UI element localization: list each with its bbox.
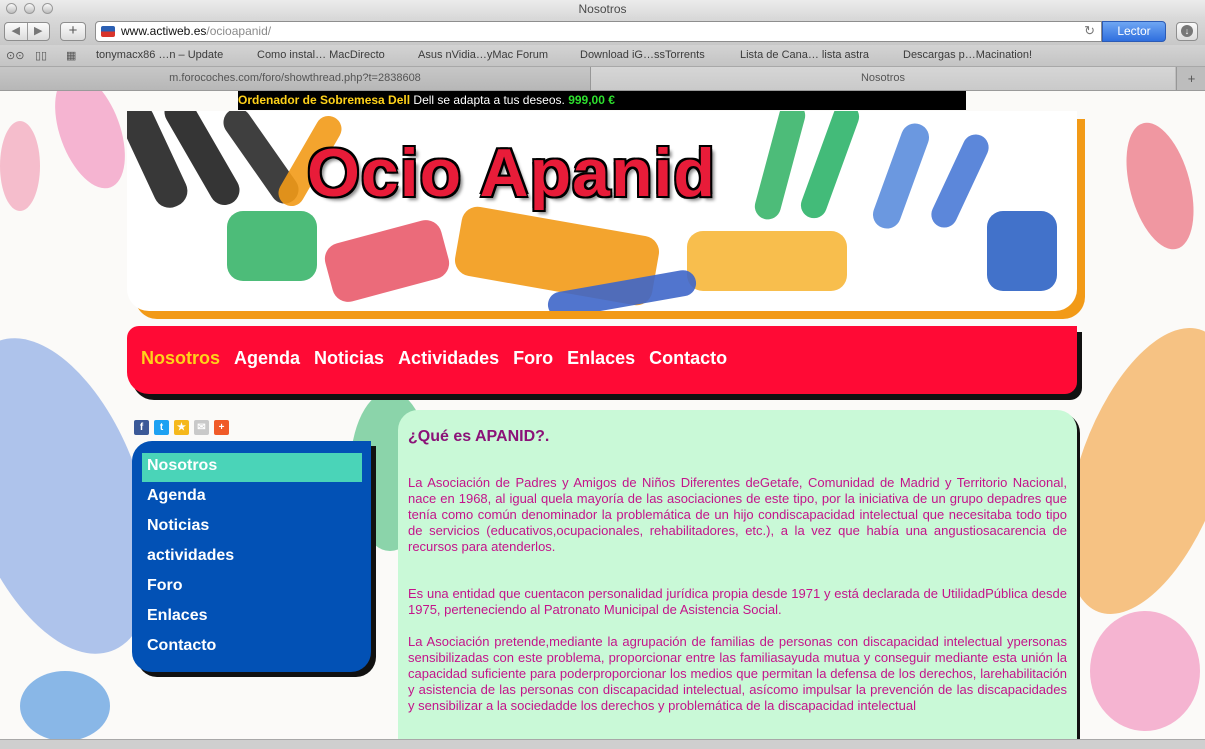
bookmarks-book-icon[interactable]: ▯▯ (35, 49, 47, 62)
address-bar[interactable]: www.actiweb.es/ocioapanid/ ↻ (95, 21, 1102, 42)
content-paragraph: Es una entidad que cuentacon personalida… (408, 586, 1067, 617)
tab-bar: m.forocoches.com/foro/showthread.php?t=2… (0, 67, 1205, 91)
main-navigation: Nosotros Agenda Noticias Actividades For… (127, 326, 1077, 394)
sidebar-item-nosotros[interactable]: Nosotros (142, 453, 362, 482)
sidebar-item-contacto[interactable]: Contacto (142, 633, 362, 662)
nav-item-contacto[interactable]: Contacto (649, 348, 727, 369)
twitter-icon[interactable]: t (154, 420, 169, 435)
nav-item-enlaces[interactable]: Enlaces (567, 348, 635, 369)
background-paint-splash (1090, 611, 1200, 731)
content-paragraph: La Asociación de Padres y Amigos de Niño… (408, 475, 1067, 554)
sidebar-menu: Nosotros Agenda Noticias actividades For… (132, 441, 371, 672)
sidebar-item-noticias[interactable]: Noticias (142, 513, 362, 542)
favorite-star-icon[interactable]: ★ (174, 420, 189, 435)
ad-price[interactable]: 999,00 € (568, 93, 615, 107)
facebook-icon[interactable]: f (134, 420, 149, 435)
background-paint-splash (1114, 115, 1205, 257)
window-title: Nosotros (578, 2, 627, 16)
nav-item-foro[interactable]: Foro (513, 348, 553, 369)
header-banner: Ocio Apanid (127, 111, 1077, 311)
back-button[interactable]: ◀ (5, 23, 28, 40)
download-icon: ↓ (1181, 25, 1193, 37)
ad-banner[interactable]: Ordenador de Sobremesa Dell Dell se adap… (238, 91, 966, 110)
bookmark-item[interactable]: Como instal… MacDirecto (257, 49, 385, 61)
nav-item-noticias[interactable]: Noticias (314, 348, 384, 369)
forward-button[interactable]: ▶ (28, 23, 50, 40)
paint-stroke (797, 111, 863, 222)
paint-stroke (869, 119, 933, 233)
site-favicon-icon (101, 26, 115, 37)
reading-list-icon[interactable]: ⊙⊙ (6, 49, 24, 62)
web-page: Ordenador de Sobremesa Dell Dell se adap… (0, 91, 1205, 739)
sidebar-item-agenda[interactable]: Agenda (142, 483, 362, 512)
site-title: Ocio Apanid (307, 135, 716, 211)
nav-item-actividades[interactable]: Actividades (398, 348, 499, 369)
add-tab-button[interactable]: + (1176, 67, 1205, 90)
background-paint-splash (41, 91, 139, 198)
paint-stroke (321, 216, 453, 306)
ad-slogan[interactable]: Dell se adapta a tus deseos. (413, 93, 564, 107)
bookmarks-bar: ⊙⊙ ▯▯ ▦ tonymacx86 …n – Update Como inst… (0, 45, 1205, 67)
bookmark-item[interactable]: Descargas p…Macination! (903, 49, 1032, 61)
downloads-button[interactable]: ↓ (1176, 22, 1198, 41)
url-path: /ocioapanid/ (206, 24, 272, 38)
reader-button[interactable]: Lector (1102, 21, 1166, 42)
paint-stroke (987, 211, 1057, 291)
nav-item-agenda[interactable]: Agenda (234, 348, 300, 369)
address-url[interactable]: www.actiweb.es/ocioapanid/ (121, 24, 271, 38)
bookmark-item[interactable]: Asus nVidia…yMac Forum (418, 49, 548, 61)
tab-nosotros[interactable]: Nosotros (591, 67, 1175, 90)
status-bar (0, 739, 1205, 749)
background-paint-splash (0, 121, 40, 211)
ad-product[interactable]: Ordenador de Sobremesa Dell (238, 93, 410, 107)
browser-toolbar: ◀ ▶ + www.actiweb.es/ocioapanid/ ↻ Lecto… (0, 18, 1205, 45)
url-host: www.actiweb.es (121, 24, 207, 38)
share-buttons: f t ★ ✉ + (134, 420, 234, 435)
sidebar-item-enlaces[interactable]: Enlaces (142, 603, 362, 632)
paint-stroke (227, 211, 317, 281)
back-forward-buttons: ◀ ▶ (4, 22, 50, 41)
bookmark-item[interactable]: Lista de Cana… lista astra (740, 49, 869, 61)
window-titlebar: Nosotros (0, 0, 1205, 18)
sidebar-item-foro[interactable]: Foro (142, 573, 362, 602)
content-panel: ¿Qué es APANID?. La Asociación de Padres… (398, 410, 1077, 739)
paint-stroke (927, 130, 993, 232)
reload-icon[interactable]: ↻ (1084, 23, 1095, 39)
nav-item-nosotros[interactable]: Nosotros (141, 348, 220, 369)
content-heading: ¿Qué es APANID?. (408, 428, 550, 445)
more-plus-icon[interactable]: + (214, 420, 229, 435)
bookmark-item[interactable]: tonymacx86 …n – Update (96, 49, 223, 61)
top-sites-grid-icon[interactable]: ▦ (66, 49, 76, 62)
bookmark-item[interactable]: Download iG…ssTorrents (580, 49, 705, 61)
email-icon[interactable]: ✉ (194, 420, 209, 435)
sidebar-item-actividades[interactable]: actividades (142, 543, 362, 572)
tab-forocoches[interactable]: m.forocoches.com/foro/showthread.php?t=2… (0, 67, 591, 90)
paint-stroke (687, 231, 847, 291)
new-tab-button[interactable]: + (60, 22, 86, 41)
content-paragraph: La Asociación pretende,mediante la agrup… (408, 634, 1067, 713)
background-paint-splash (20, 671, 110, 739)
